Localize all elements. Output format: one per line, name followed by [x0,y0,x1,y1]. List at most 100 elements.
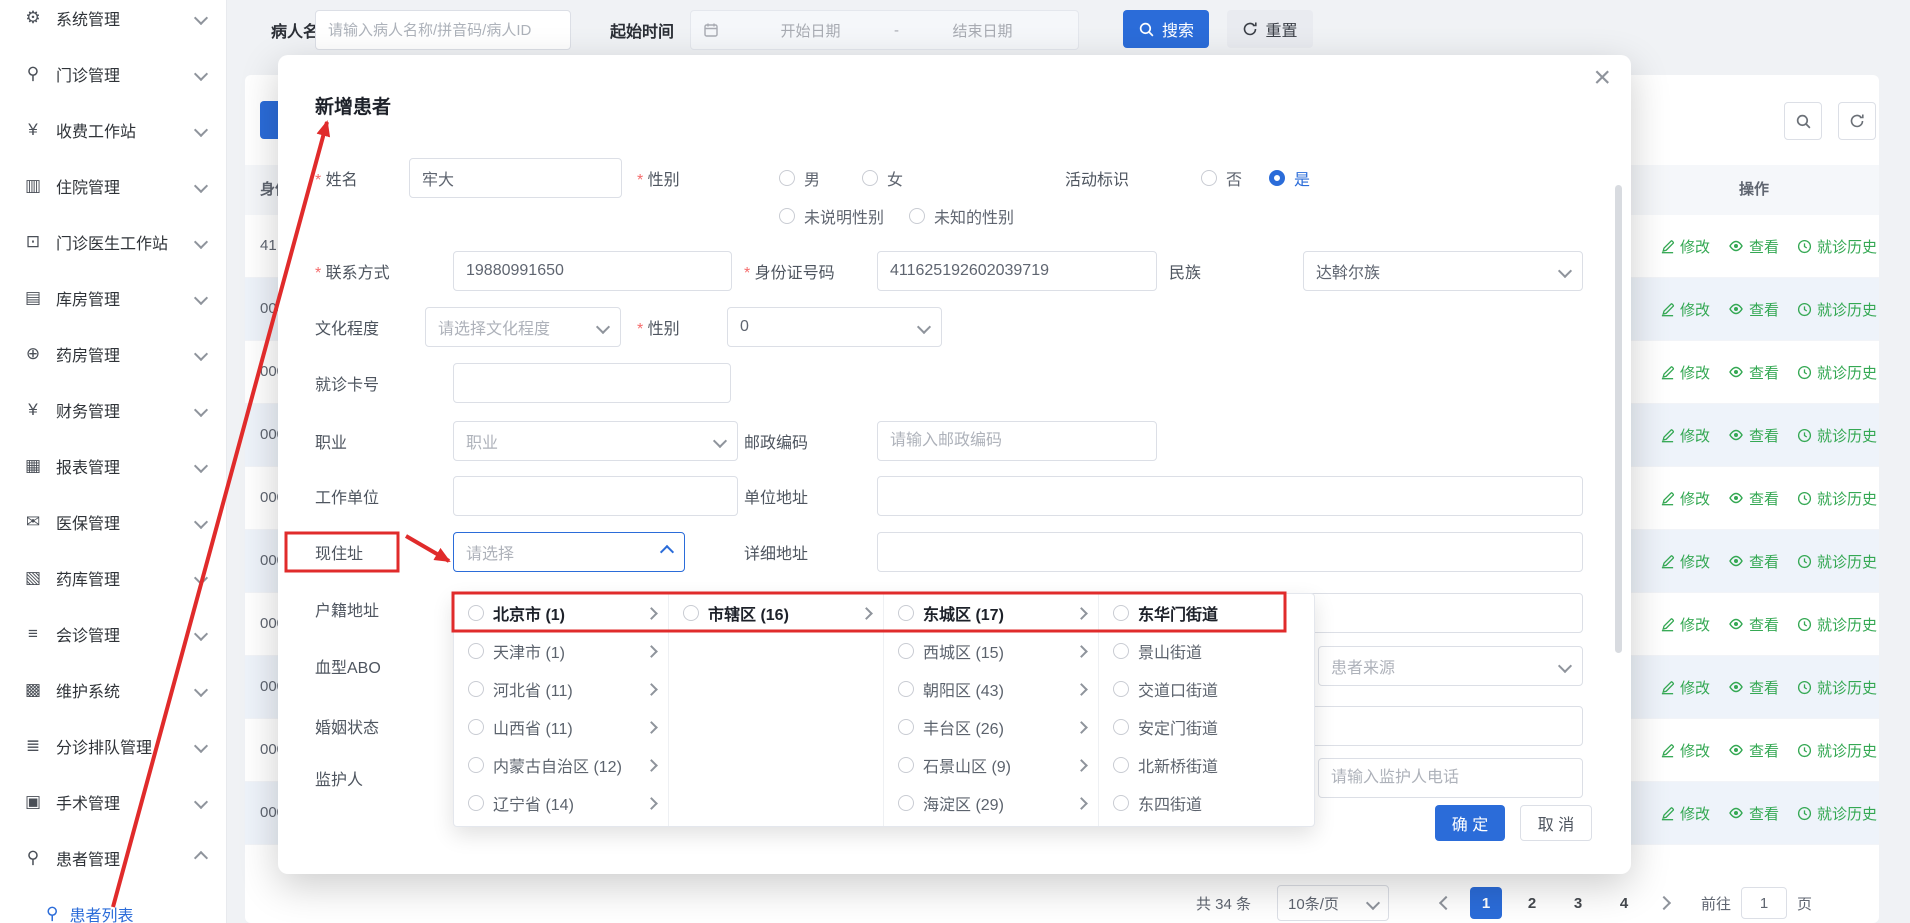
view-link[interactable]: 查看 [1728,551,1779,572]
sidebar-item-门诊医生工作站[interactable]: ⊡门诊医生工作站 [0,214,226,270]
cascader-option-东城区 (17)[interactable]: 东城区 (17) [884,594,1098,632]
edit-link[interactable]: 修改 [1660,740,1710,761]
view-link[interactable]: 查看 [1728,362,1779,383]
cascader-option-北新桥街道[interactable]: 北新桥街道 [1099,746,1314,784]
table-search-button[interactable] [1784,102,1822,140]
patient-source-select[interactable]: 患者来源 [1318,646,1583,686]
cascader-option-内蒙古自治区 (12)[interactable]: 内蒙古自治区 (12) [454,746,668,784]
sidebar-item-系统管理[interactable]: ⚙系统管理 [0,0,226,46]
date-range-picker[interactable]: 开始日期 - 结束日期 [690,10,1079,50]
sidebar-item-住院管理[interactable]: ▥住院管理 [0,158,226,214]
prev-page-button[interactable] [1441,898,1451,908]
history-link[interactable]: 就诊历史 [1797,740,1877,761]
radio-gender-unknown[interactable]: 未知的性别 [909,204,1014,228]
cancel-button[interactable]: 取 消 [1520,805,1592,841]
id-number-input[interactable] [877,251,1157,291]
radio-active-yes[interactable]: 是 [1269,166,1310,190]
history-link[interactable]: 就诊历史 [1797,362,1877,383]
page-button-1[interactable]: 1 [1470,887,1502,919]
view-link[interactable]: 查看 [1728,299,1779,320]
cascader-option-河北省 (11)[interactable]: 河北省 (11) [454,670,668,708]
current-address-cascader-select[interactable]: 请选择 [453,532,685,572]
detail-address-input[interactable] [877,532,1583,572]
cascader-option-交道口街道[interactable]: 交道口街道 [1099,670,1314,708]
page-button-2[interactable]: 2 [1516,887,1548,919]
history-link[interactable]: 就诊历史 [1797,803,1877,824]
card-no-input[interactable] [453,363,731,403]
cascader-option-市辖区 (16)[interactable]: 市辖区 (16) [669,594,883,632]
goto-page-input[interactable] [1741,887,1787,919]
history-link[interactable]: 就诊历史 [1797,488,1877,509]
cascader-option-安定门街道[interactable]: 安定门街道 [1099,708,1314,746]
contact-input[interactable] [453,251,732,291]
cascader-option-朝阳区 (43)[interactable]: 朝阳区 (43) [884,670,1098,708]
radio-gender-female[interactable]: 女 [862,166,903,190]
modal-scrollbar[interactable] [1615,185,1622,653]
history-link[interactable]: 就诊历史 [1797,425,1877,446]
patient-name-input[interactable] [315,10,571,50]
history-link[interactable]: 就诊历史 [1797,236,1877,257]
name-input[interactable] [409,158,622,198]
history-link[interactable]: 就诊历史 [1797,614,1877,635]
radio-active-no[interactable]: 否 [1201,166,1242,190]
edit-link[interactable]: 修改 [1660,425,1710,446]
sidebar-item-财务管理[interactable]: ¥财务管理 [0,382,226,438]
sidebar-item-报表管理[interactable]: ▦报表管理 [0,438,226,494]
edit-link[interactable]: 修改 [1660,614,1710,635]
page-size-select[interactable]: 10条/页 [1277,885,1389,921]
cascader-option-山西省 (11)[interactable]: 山西省 (11) [454,708,668,746]
edit-link[interactable]: 修改 [1660,236,1710,257]
view-link[interactable]: 查看 [1728,236,1779,257]
cascader-option-辽宁省 (14)[interactable]: 辽宁省 (14) [454,784,668,822]
history-link[interactable]: 就诊历史 [1797,551,1877,572]
sidebar-item-分诊排队管理[interactable]: ≣分诊排队管理 [0,718,226,774]
edit-link[interactable]: 修改 [1660,551,1710,572]
view-link[interactable]: 查看 [1728,803,1779,824]
cascader-option-东华门街道[interactable]: 东华门街道 [1099,594,1314,632]
gender-code-select[interactable]: 0 [727,307,942,347]
sidebar-item-维护系统[interactable]: ▩维护系统 [0,662,226,718]
occupation-select[interactable]: 职业 [453,421,738,461]
search-button[interactable]: 搜索 [1123,10,1209,48]
edit-link[interactable]: 修改 [1660,803,1710,824]
sidebar-item-药房管理[interactable]: ⊕药房管理 [0,326,226,382]
sidebar-item-患者管理[interactable]: ⚲患者管理 [0,830,226,886]
reset-button[interactable]: 重置 [1227,10,1313,48]
view-link[interactable]: 查看 [1728,425,1779,446]
confirm-button[interactable]: 确 定 [1435,805,1505,841]
cascader-option-丰台区 (26)[interactable]: 丰台区 (26) [884,708,1098,746]
postal-code-input[interactable] [877,421,1157,461]
edit-link[interactable]: 修改 [1660,299,1710,320]
work-unit-input[interactable] [453,476,738,516]
cascader-option-天津市 (1)[interactable]: 天津市 (1) [454,632,668,670]
radio-gender-unstated[interactable]: 未说明性别 [779,204,884,228]
sidebar-item-库房管理[interactable]: ▤库房管理 [0,270,226,326]
edit-link[interactable]: 修改 [1660,677,1710,698]
view-link[interactable]: 查看 [1728,677,1779,698]
sidebar-item-会诊管理[interactable]: ≡会诊管理 [0,606,226,662]
table-refresh-button[interactable] [1838,102,1876,140]
history-link[interactable]: 就诊历史 [1797,299,1877,320]
next-page-button[interactable] [1659,898,1669,908]
cascader-option-景山街道[interactable]: 景山街道 [1099,632,1314,670]
cascader-option-东四街道[interactable]: 东四街道 [1099,784,1314,822]
close-icon[interactable]: × [1593,63,1611,93]
ethnicity-select[interactable]: 达斡尔族 [1303,251,1583,291]
page-button-3[interactable]: 3 [1562,887,1594,919]
cascader-option-北京市 (1)[interactable]: 北京市 (1) [454,594,668,632]
unit-address-input[interactable] [877,476,1583,516]
radio-gender-male[interactable]: 男 [779,166,820,190]
view-link[interactable]: 查看 [1728,740,1779,761]
cascader-option-西城区 (15)[interactable]: 西城区 (15) [884,632,1098,670]
guardian-phone-input[interactable] [1318,758,1583,798]
page-button-4[interactable]: 4 [1608,887,1640,919]
view-link[interactable]: 查看 [1728,614,1779,635]
edit-link[interactable]: 修改 [1660,488,1710,509]
sidebar-item-医保管理[interactable]: ✉医保管理 [0,494,226,550]
cascader-option-海淀区 (29)[interactable]: 海淀区 (29) [884,784,1098,822]
view-link[interactable]: 查看 [1728,488,1779,509]
sidebar-item-门诊管理[interactable]: ⚲门诊管理 [0,46,226,102]
sidebar-item-药库管理[interactable]: ▧药库管理 [0,550,226,606]
sidebar-item-患者列表[interactable]: ⚲患者列表 [0,886,226,923]
edit-link[interactable]: 修改 [1660,362,1710,383]
